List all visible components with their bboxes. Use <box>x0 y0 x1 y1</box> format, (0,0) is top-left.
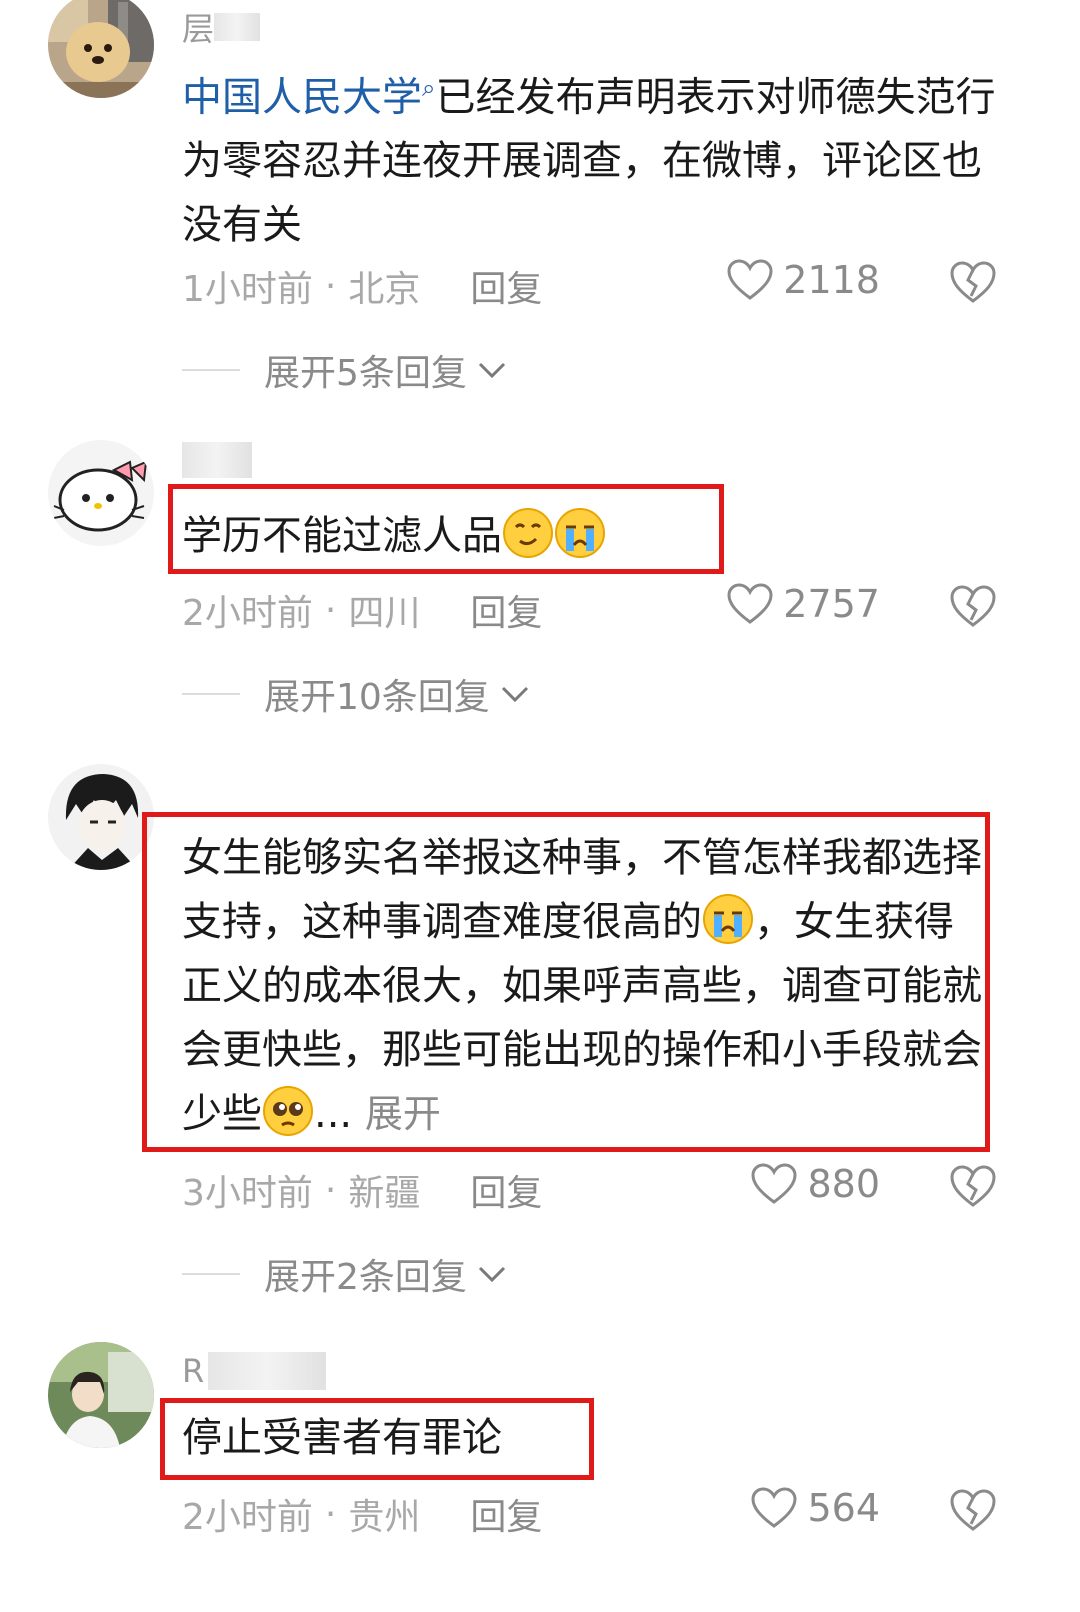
username-redaction <box>214 13 261 41</box>
username-text: 层 <box>182 10 215 48</box>
heart-icon <box>727 259 773 300</box>
like-button[interactable]: 2118 <box>727 258 880 302</box>
broken-heart-icon[interactable] <box>950 1164 996 1208</box>
username-redaction <box>182 442 252 478</box>
meta-separator: · <box>324 1493 337 1535</box>
comment-meta: 2小时前 · 贵州 回复 <box>182 1488 542 1540</box>
like-count: 564 <box>807 1486 880 1530</box>
chevron-down-icon <box>501 686 528 703</box>
expand-replies[interactable]: 展开5条回复 <box>182 344 507 396</box>
username[interactable]: R <box>182 1352 327 1390</box>
username[interactable]: 层 <box>182 4 261 50</box>
username[interactable] <box>182 442 252 478</box>
comment-text: 中国人民大学⌕已经发布声明表示对师德失范行为零容忍并连夜开展调查，在微博，评论区… <box>182 56 1002 257</box>
avatar[interactable] <box>48 764 154 870</box>
avatar[interactable] <box>48 1342 154 1448</box>
reply-button[interactable]: 回复 <box>470 260 542 312</box>
broken-heart-icon[interactable] <box>950 584 996 628</box>
location: 四川 <box>348 593 421 634</box>
location: 北京 <box>348 269 421 310</box>
chevron-down-icon <box>478 362 505 379</box>
highlight-box <box>142 812 990 1152</box>
heart-icon <box>727 583 773 624</box>
location: 贵州 <box>348 1497 421 1538</box>
like-button[interactable]: 564 <box>751 1486 880 1530</box>
like-count: 880 <box>807 1162 880 1206</box>
timestamp: 2小时前 <box>182 593 313 634</box>
comment-meta: 2小时前 · 四川 回复 <box>182 584 542 636</box>
highlight-box <box>160 1398 594 1480</box>
like-button[interactable]: 880 <box>751 1162 880 1206</box>
search-icon[interactable]: ⌕ <box>422 74 435 102</box>
meta-separator: · <box>324 589 337 631</box>
timestamp: 3小时前 <box>182 1173 313 1214</box>
comment-meta: 1小时前 · 北京 回复 <box>182 260 542 312</box>
chevron-down-icon <box>478 1266 505 1283</box>
heart-icon <box>751 1163 797 1204</box>
comment-3: 女生能够实名举报这种事，不管怎样我都选择支持，这种事调查难度很高的 ，女生获得正义… <box>0 760 1080 1320</box>
broken-heart-icon[interactable] <box>950 1488 996 1532</box>
expand-label: 展开10条回复 <box>264 677 490 718</box>
timestamp: 2小时前 <box>182 1497 313 1538</box>
location: 新疆 <box>348 1173 421 1214</box>
meta-separator: · <box>324 265 337 307</box>
broken-heart-icon[interactable] <box>950 260 996 304</box>
reply-button[interactable]: 回复 <box>470 584 542 636</box>
like-count: 2118 <box>783 258 880 302</box>
divider <box>182 1273 240 1275</box>
expand-replies[interactable]: 展开2条回复 <box>182 1248 507 1300</box>
username-text: R <box>182 1352 205 1390</box>
mention-link[interactable]: 中国人民大学 <box>182 74 422 120</box>
comment-4: R 停止受害者有罪论 2小时前 · 贵州 回复 564 <box>0 1336 1080 1612</box>
expand-replies[interactable]: 展开10条回复 <box>182 668 530 720</box>
expand-label: 展开2条回复 <box>264 1257 467 1298</box>
heart-icon <box>751 1487 797 1528</box>
like-count: 2757 <box>783 582 880 626</box>
like-button[interactable]: 2757 <box>727 582 880 626</box>
avatar[interactable] <box>48 0 154 98</box>
avatar[interactable] <box>48 440 154 546</box>
comment-1: 层 中国人民大学⌕已经发布声明表示对师德失范行为零容忍并连夜开展调查，在微博，评… <box>0 0 1080 420</box>
reply-button[interactable]: 回复 <box>470 1164 542 1216</box>
expand-label: 展开5条回复 <box>264 353 467 394</box>
comment-2: 学历不能过滤人品 2小时前 · 四川 回复 2757 展开10条回复 <box>0 430 1080 740</box>
comment-meta: 3小时前 · 新疆 回复 <box>182 1164 542 1216</box>
divider <box>182 369 240 371</box>
reply-button[interactable]: 回复 <box>470 1488 542 1540</box>
meta-separator: · <box>324 1169 337 1211</box>
highlight-box <box>168 484 724 574</box>
divider <box>182 693 240 695</box>
username-redaction <box>208 1352 327 1390</box>
timestamp: 1小时前 <box>182 269 313 310</box>
